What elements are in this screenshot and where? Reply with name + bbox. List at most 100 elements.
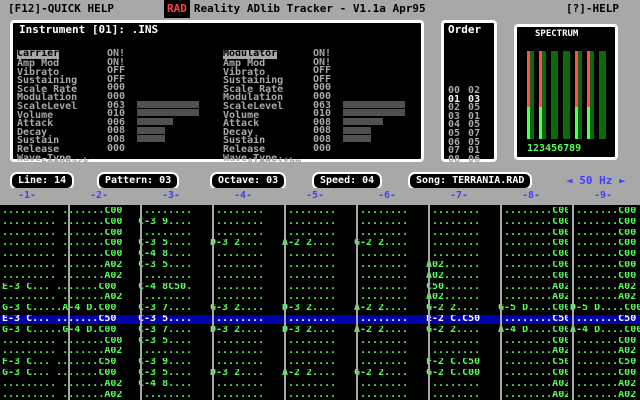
pattern-row[interactable]: G-3 C... .......C00 C-3 5.... D-3 2.... A-2… (0, 369, 640, 378)
pattern-row[interactable]: E-3 C... .......C00 C-4 8C50.............… (0, 283, 640, 292)
pattern-cell[interactable]: C-3 5.... (138, 315, 208, 324)
pattern-cell[interactable]: C-4 8C50. (138, 283, 208, 292)
pattern-cell[interactable]: ........C50 (570, 358, 640, 367)
track-header[interactable]: -6- (378, 188, 396, 204)
param-value[interactable]: 000 (107, 143, 133, 154)
pattern-cell[interactable]: .........C00 (498, 218, 568, 227)
pattern-cell[interactable]: ......... (210, 337, 280, 346)
pattern-cell[interactable]: .........C00 (498, 229, 568, 238)
pattern-cell[interactable]: ......... (354, 229, 424, 238)
pattern-cell[interactable]: ......... (426, 207, 496, 216)
pattern-editor[interactable]: ......... .......C00....................… (0, 205, 640, 400)
pattern-cell[interactable]: ........A02 (570, 391, 640, 400)
pattern-cell[interactable]: ........C00 (570, 369, 640, 378)
pattern-row[interactable]: ......... .......C00....................… (0, 229, 640, 238)
pattern-cell[interactable]: ......... (210, 218, 280, 227)
current-row[interactable]: E-3 C... .......C50 C-3 5................… (0, 315, 640, 324)
pattern-cell[interactable]: ......... (426, 347, 496, 356)
pattern-cell[interactable]: ......... (138, 347, 208, 356)
pattern-cell[interactable]: ......... (354, 250, 424, 259)
pattern-cell[interactable]: ......... (426, 337, 496, 346)
track-header[interactable]: -4- (234, 188, 252, 204)
pattern-row[interactable]: ......... .......A02....................… (0, 272, 640, 281)
pattern-cell[interactable]: ......... (282, 347, 352, 356)
pattern-row[interactable]: G-3 C.....A-4 D.C00 C-3 7.... G-3 2.... D-3… (0, 304, 640, 313)
pattern-row[interactable]: ......... .......C00 C-3 9...............… (0, 218, 640, 227)
help-hint[interactable]: [?]-HELP (566, 0, 619, 18)
pattern-cell[interactable]: G-2 2.... (354, 239, 424, 248)
pattern-cell[interactable]: ........C00 (570, 337, 640, 346)
pattern-cell[interactable]: A02...... (426, 272, 496, 281)
pattern-cell[interactable]: C-3 9.... (138, 218, 208, 227)
carrier-values[interactable]: ON! ON! OFF OFF 000 000 063 010 006 008 008 000 (107, 49, 133, 154)
pattern-cell[interactable]: C50...... (426, 283, 496, 292)
pattern-cell[interactable]: C-3 5.... (138, 369, 208, 378)
track-header[interactable]: -9- (594, 188, 612, 204)
pattern-cell[interactable]: ........A02 (570, 293, 640, 302)
pattern-cell[interactable]: D-3 2.... (210, 239, 280, 248)
pattern-cell[interactable]: ......... (426, 218, 496, 227)
pattern-cell[interactable]: ......... (210, 229, 280, 238)
order-list[interactable]: 00 02 01 03 02 05 03 01 04 05 05 07 06 05 07 01 08 06 (448, 86, 480, 165)
pattern-row[interactable]: ......... .......A02 C-3 5...............… (0, 261, 640, 270)
pattern-cell[interactable]: ......... (354, 337, 424, 346)
pattern-cell[interactable]: .........A02 (498, 283, 568, 292)
pattern-cell[interactable]: ......... (210, 358, 280, 367)
pattern-cell[interactable]: ........A02 (570, 347, 640, 356)
modulator-values[interactable]: ON! ON! OFF OFF 000 000 063 010 008 008 008 000 (313, 49, 339, 153)
pattern-cell[interactable]: ......... (354, 218, 424, 227)
pattern-cell[interactable]: C-3 5.... (138, 261, 208, 270)
pattern-cell[interactable]: ......... (282, 272, 352, 281)
track-header[interactable]: -5- (306, 188, 324, 204)
pattern-cell[interactable]: ........C50 (570, 315, 640, 324)
pattern-cell[interactable]: ......... (210, 272, 280, 281)
pattern-cell[interactable]: A02...... (426, 293, 496, 302)
pattern-cell[interactable]: ......... (426, 380, 496, 389)
pattern-cell[interactable]: .........C00 (498, 250, 568, 259)
pattern-cell[interactable]: ......... (282, 380, 352, 389)
track-header[interactable]: -1- (18, 188, 36, 204)
pattern-cell[interactable]: D-3 2.... (210, 369, 280, 378)
pattern-cell[interactable]: C-3 7.... (138, 304, 208, 313)
pattern-cell[interactable]: ......... (282, 229, 352, 238)
pattern-cell[interactable]: ......... (282, 293, 352, 302)
pattern-cell[interactable]: ......... (282, 207, 352, 216)
pattern-cell[interactable]: ......... (138, 293, 208, 302)
pattern-cell[interactable]: E-2 C.C50 (426, 315, 496, 324)
pattern-cell[interactable]: ......... (282, 283, 352, 292)
pattern-cell[interactable]: ......... (354, 293, 424, 302)
pattern-row[interactable]: ......... .......C00....................… (0, 207, 640, 216)
pattern-row[interactable]: ......... .......C00 C-3 5...............… (0, 337, 640, 346)
pattern-row[interactable]: ......... .......A02....................… (0, 347, 640, 356)
pattern-cell[interactable]: ......... (210, 207, 280, 216)
pattern-cell[interactable]: D-3 2.... (282, 326, 352, 335)
pattern-cell[interactable]: A-2 2.... (354, 304, 424, 313)
pattern-cell[interactable]: ......... (210, 391, 280, 400)
pattern-row[interactable]: ......... .......C00 C-4 8...............… (0, 250, 640, 259)
pattern-cell[interactable]: ........A02 (570, 380, 640, 389)
pattern-cell[interactable]: .........C00 (498, 261, 568, 270)
pattern-cell[interactable]: C-3 5.... (138, 239, 208, 248)
pattern-row[interactable]: ......... .......C00 C-3 5.... D-3 2.... A-… (0, 239, 640, 248)
pattern-cell[interactable]: ......... (282, 250, 352, 259)
pattern-cell[interactable]: ........C00 (570, 207, 640, 216)
pattern-cell[interactable]: ......... (282, 337, 352, 346)
carrier-param-labels[interactable]: Amp Mod Vibrato Sustaining Scale Rate Modula… (17, 59, 107, 163)
pattern-cell[interactable]: A-2 2.... (282, 369, 352, 378)
pattern-cell[interactable]: G-3 2.... (210, 304, 280, 313)
pattern-cell[interactable]: C-3 5.... (138, 337, 208, 346)
pattern-cell[interactable]: ......... (426, 239, 496, 248)
pattern-cell[interactable]: ........C00 (570, 229, 640, 238)
pattern-cell[interactable]: ......... (210, 283, 280, 292)
pattern-cell[interactable]: .........A02 (498, 347, 568, 356)
order-row[interactable]: 08 06 (448, 154, 480, 165)
pattern-cell[interactable]: ......... (138, 272, 208, 281)
pattern-cell[interactable]: ........C00 (570, 261, 640, 270)
pattern-cell[interactable]: ......... (354, 358, 424, 367)
pattern-cell[interactable]: ......... (354, 315, 424, 324)
pattern-cell[interactable]: G-2 2.... (354, 369, 424, 378)
pattern-cell[interactable]: A-2 2.... (354, 326, 424, 335)
pattern-cell[interactable]: ......... (210, 380, 280, 389)
pattern-cell[interactable]: ......... (354, 261, 424, 270)
pattern-cell[interactable]: ........C00 (570, 218, 640, 227)
